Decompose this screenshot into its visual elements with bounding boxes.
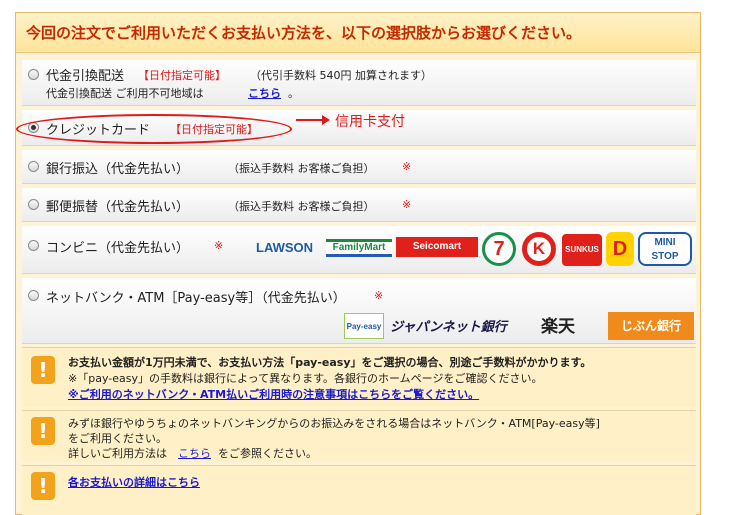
option-row-postal[interactable]: 郵便振替（代金先払い） （振込手数料 お客様ご負担） ※ <box>22 188 696 222</box>
badge-date-cod: 【日付指定可能】 <box>138 69 226 82</box>
notice1-line2: ※「pay-easy」の手数料は銀行によって異なります。各銀行のホームページをご… <box>68 372 543 385</box>
fee-text-cod: （代引手数料 540円 加算されます） <box>250 69 432 82</box>
notice-mizuho-yucho: ! みずほ銀行やゆうちょのネットバンキングからのお振込みをされる場合はネットバン… <box>22 410 696 462</box>
radio-netbank[interactable] <box>28 290 39 301</box>
link-unavailable-areas[interactable]: こちら <box>248 85 281 101</box>
notice2-line1: みずほ銀行やゆうちょのネットバンキングからのお振込みをされる場合はネットバンク・… <box>68 417 600 430</box>
option-label-bank: 銀行振込（代金先払い） <box>46 162 190 177</box>
japannet-logo: ジャパンネット銀行 <box>390 319 507 334</box>
payeasy-logo: Pay-easy <box>344 313 384 339</box>
link-usage-details[interactable]: こちら <box>178 445 211 461</box>
option-label-postal: 郵便振替（代金先払い） <box>46 200 190 215</box>
jibun-logo: じぶん銀行 <box>608 312 694 340</box>
radio-cod[interactable] <box>28 69 39 80</box>
warning-icon: ! <box>31 356 55 384</box>
warning-icon: ! <box>31 472 55 500</box>
radio-bank[interactable] <box>28 161 39 172</box>
sunkus-logo: SUNKUS <box>562 234 602 266</box>
fee-text-postal: （振込手数料 お客様ご負担） <box>228 200 375 213</box>
rakuten-logo: 楽天 <box>541 317 575 336</box>
fee-text-bank: （振込手数料 お客様ご負担） <box>228 162 375 175</box>
lawson-logo: LAWSON <box>256 240 314 255</box>
annotation-card: 信用卡支付 <box>335 114 405 130</box>
notice2-line3a: 詳しいご利用方法は <box>68 447 167 460</box>
sub-text-cod: 代金引換配送 ご利用不可地域は <box>46 87 204 100</box>
link-payment-details[interactable]: 各お支払いの詳細はこちら <box>68 474 200 490</box>
option-label-cod: 代金引換配送 <box>46 69 125 84</box>
ministop-logo: MINI STOP <box>638 232 692 266</box>
option-row-cod[interactable]: 代金引換配送 【日付指定可能】 （代引手数料 540円 加算されます） 代金引換… <box>22 60 696 106</box>
option-row-bank[interactable]: 銀行振込（代金先払い） （振込手数料 お客様ご負担） ※ <box>22 150 696 184</box>
seicomart-logo: Seicomart <box>396 237 478 257</box>
daily-logo: D <box>606 232 634 266</box>
seven-eleven-logo: 7 <box>482 232 516 266</box>
notice-payeasy-fee: ! お支払い金額が1万円未満で、お支払い方法「pay-easy」をご選択の場合、… <box>22 347 696 407</box>
link-payeasy-notes[interactable]: ※ご利用のネットバンク・ATM払いご利用時の注意事項はこちらをご覧ください。 <box>68 386 479 402</box>
arrow-icon <box>296 115 330 125</box>
mark-convenience: ※ <box>214 239 224 252</box>
warning-icon: ! <box>31 417 55 445</box>
circle-k-logo: K <box>522 232 556 266</box>
radio-convenience[interactable] <box>28 240 39 251</box>
mark-bank: ※ <box>402 160 412 173</box>
mark-netbank: ※ <box>374 289 384 302</box>
radio-postal[interactable] <box>28 199 39 210</box>
sub-text-cod-tail: 。 <box>288 87 299 100</box>
page-title: 今回の注文でご利用いただくお支払い方法を、以下の選択肢からお選びください。 <box>16 13 700 53</box>
familymart-logo: FamilyMart <box>326 239 392 257</box>
option-label-netbank: ネットバンク・ATM［Pay-easy等］（代金先払い） <box>46 291 346 306</box>
mark-postal: ※ <box>402 198 412 211</box>
notice1-line1: お支払い金額が1万円未満で、お支払い方法「pay-easy」をご選択の場合、別途… <box>68 356 592 369</box>
highlight-ellipse <box>16 114 292 144</box>
notice2-line3b: をご参照ください。 <box>218 447 317 460</box>
notice2-line2: をご利用ください。 <box>68 432 167 445</box>
notice-payment-details: ! 各お支払いの詳細はこちら <box>22 465 696 515</box>
option-label-convenience: コンビニ（代金先払い） <box>46 241 190 256</box>
